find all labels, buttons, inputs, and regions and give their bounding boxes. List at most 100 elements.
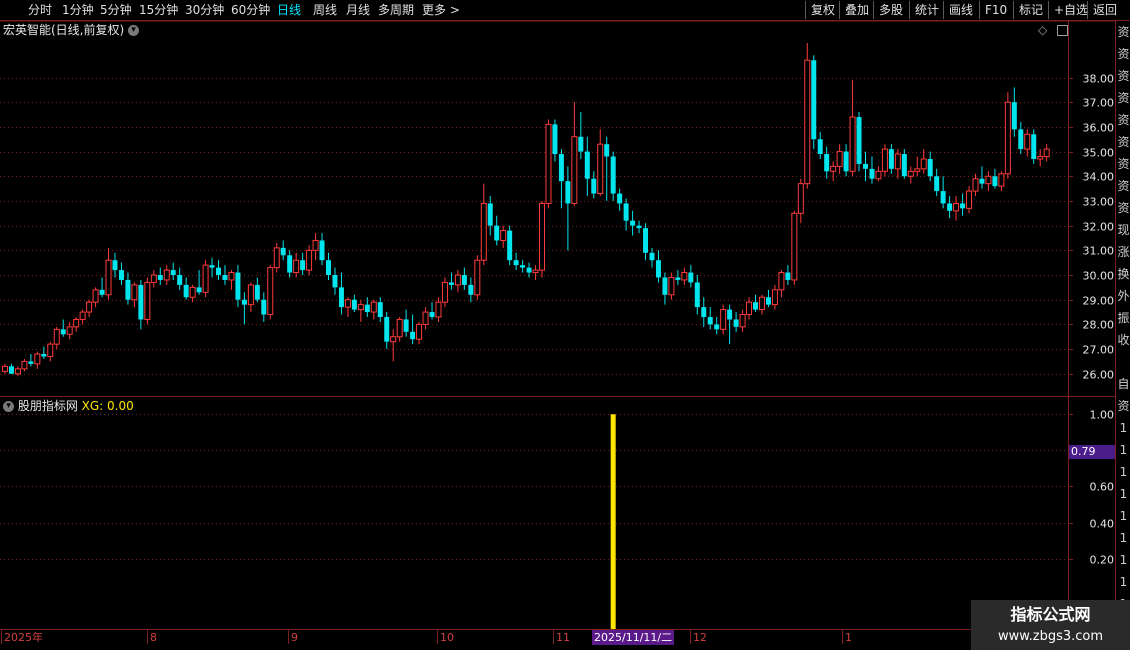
side-glyph: 资 [1117,91,1130,105]
period-tab-2[interactable]: 5分钟 [100,2,132,18]
x-tick-label: 1 [845,631,852,644]
candle [163,265,170,285]
candle [99,277,105,298]
candle-body [254,284,260,300]
candle [597,129,604,197]
chevron-down-icon[interactable]: ▾ [128,25,140,36]
candle [189,284,196,303]
side-glyph: 换 [1117,267,1130,281]
candle-body [66,326,73,335]
candle-body [1018,129,1024,150]
period-tab-8[interactable]: 月线 [346,2,370,18]
candle-body [144,281,151,320]
candle [513,252,519,271]
candle-body [209,265,215,268]
toolbar-button-0[interactable]: 复权 [805,1,840,19]
diamond-icon[interactable]: ◇ [1038,23,1047,37]
candle [960,193,966,216]
candle-body [293,259,300,274]
period-tab-6[interactable]: 日线 [277,2,301,18]
candle [714,316,720,335]
candle [953,196,960,221]
toolbar-button-1[interactable]: 叠加 [839,1,874,19]
candle-body [998,173,1005,187]
y-tick-label: 0.20 [1090,554,1115,567]
candle [914,156,921,177]
candle [144,277,151,325]
candle-body [1011,102,1017,130]
candle [758,294,765,315]
watermark: 指标公式网 www.zbgs3.com [971,600,1130,650]
candle [384,312,390,350]
candle-body [416,323,423,340]
candle [416,321,423,345]
candle [293,252,300,278]
candle-body [494,225,500,241]
candle [28,354,34,367]
x-tick-label: 11 [556,631,570,644]
period-tab-4[interactable]: 30分钟 [185,2,224,18]
candle [591,171,597,199]
candle-body [630,220,636,226]
candle-body [454,274,461,286]
candle-body [1031,134,1037,159]
candle [105,247,112,300]
sub-chart-title: ▾ 股朋指标网 XG: 0.00 [3,398,134,414]
chevron-down-icon[interactable]: ▾ [3,401,14,412]
candle-body [739,314,746,328]
candle-body [357,304,364,311]
candle [998,171,1005,192]
candle [429,302,435,320]
candle-body [170,270,176,276]
candle [8,363,14,374]
candle [247,282,254,313]
candle [364,297,370,317]
toolbar-button-4[interactable]: 画线 [943,1,978,19]
candle-body [597,143,604,195]
side-glyph: 振 [1117,311,1130,325]
period-tab-5[interactable]: 60分钟 [231,2,270,18]
candle-body [364,304,370,313]
candle-body [791,212,798,281]
x-axis: 2025年 8 9 10 11 12 1 [1,630,852,644]
candle-body [474,259,481,296]
candle-body [60,329,66,335]
candle-body [131,284,138,301]
candle-body [979,178,985,184]
period-tab-7[interactable]: 周线 [313,2,337,18]
candle [610,151,616,201]
toolbar-button-2[interactable]: 多股 [873,1,908,19]
candle [934,168,940,197]
toolbar-button-8[interactable]: 返回 [1087,1,1122,19]
chart-area[interactable]: 26.00 27.00 28.00 29.00 30.00 31.00 32.00 33.00… [0,0,1130,650]
toolbar-button-6[interactable]: 标记 [1013,1,1048,19]
y-tick-label: 26.00 [1083,369,1115,382]
period-tab-1[interactable]: 1分钟 [62,2,94,18]
side-glyph: 现 [1117,223,1130,237]
period-tab-0[interactable]: 分时 [28,2,52,18]
candle-body [746,301,753,316]
candle [300,252,306,276]
period-tab-10[interactable]: 更多 > [422,2,460,18]
candle-body [617,193,623,204]
candle-body [804,59,811,185]
candle-body [370,301,377,313]
candle [778,270,785,298]
candle-body [228,272,235,281]
period-tab-3[interactable]: 15分钟 [139,2,178,18]
y-tick-label: 28.00 [1083,319,1115,332]
candle [344,297,351,317]
candle-body [849,116,856,172]
candle [966,186,973,214]
candle [403,309,409,337]
toolbar-button-5[interactable]: F10 [979,1,1012,19]
candle [86,299,93,317]
candle [454,270,461,293]
maximize-icon[interactable] [1057,25,1069,36]
candle-body [675,277,681,280]
candle-body [863,163,869,169]
candle [849,79,856,177]
candle-body [396,318,403,338]
toolbar-button-3[interactable]: 统计 [909,1,944,19]
period-tab-9[interactable]: 多周期 [378,2,414,18]
